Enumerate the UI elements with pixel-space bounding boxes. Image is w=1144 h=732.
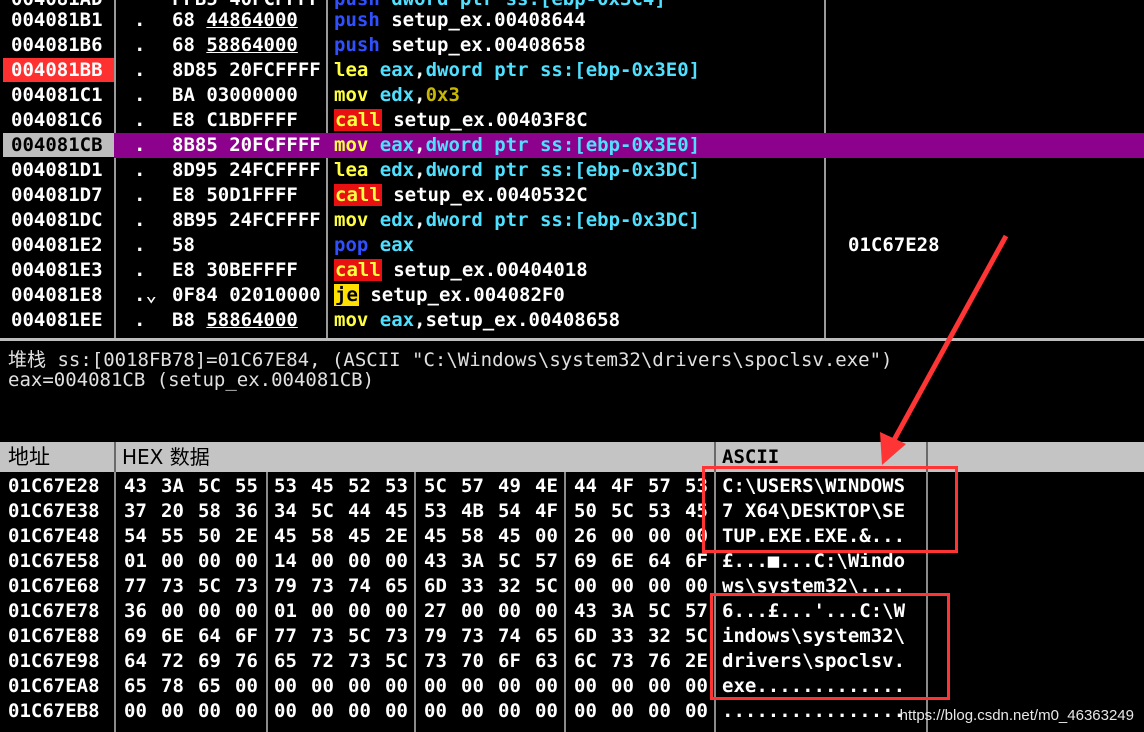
- annotation-arrow: [880, 234, 1009, 465]
- arrow-shaft: [891, 234, 1009, 442]
